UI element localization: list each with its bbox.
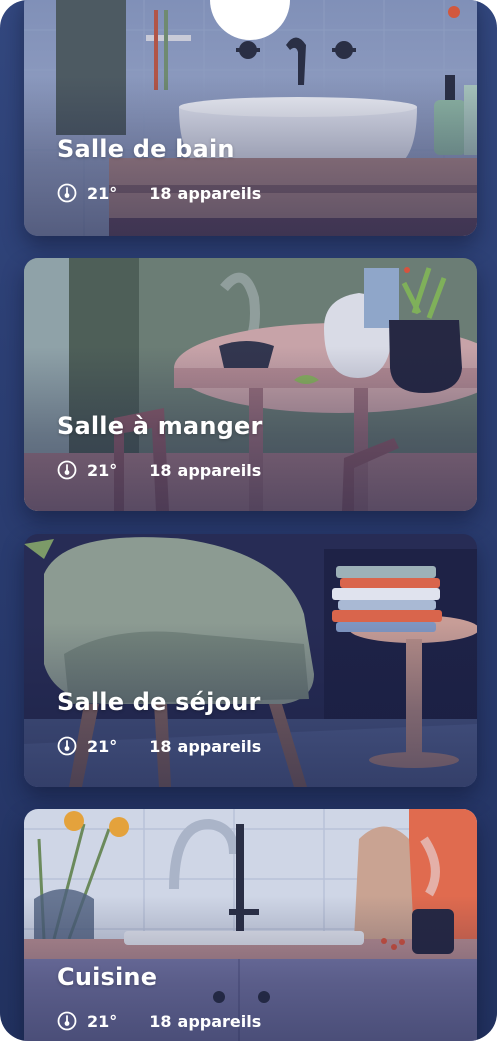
room-card-cuisine[interactable]: Cuisine 21° 18 appareils: [24, 809, 477, 1041]
thermometer-icon: [57, 183, 77, 203]
temperature-value: 21°: [87, 1011, 118, 1031]
thermometer-icon: [57, 736, 77, 756]
phone-screen: Salle de bain 21° 18 appareils Salle à m…: [0, 0, 497, 1041]
room-stats: 21° 18 appareils: [57, 736, 261, 756]
devices-count: 18: [149, 736, 172, 756]
devices-count: 18: [149, 183, 172, 203]
room-title: Salle de bain: [57, 135, 235, 163]
room-card-salle-de-sejour[interactable]: Salle de séjour 21° 18 appareils: [24, 534, 477, 787]
devices-label: appareils: [177, 1011, 262, 1031]
room-stats: 21° 18 appareils: [57, 1011, 261, 1031]
room-title: Cuisine: [57, 963, 158, 991]
room-title: Salle à manger: [57, 412, 263, 440]
devices-label: appareils: [177, 736, 262, 756]
temperature-value: 21°: [87, 460, 118, 480]
devices-label: appareils: [177, 460, 262, 480]
room-stats: 21° 18 appareils: [57, 183, 261, 203]
temperature-value: 21°: [87, 183, 118, 203]
thermometer-icon: [57, 1011, 77, 1031]
devices-label: appareils: [177, 183, 262, 203]
devices-count: 18: [149, 1011, 172, 1031]
devices-count: 18: [149, 460, 172, 480]
thermometer-icon: [57, 460, 77, 480]
temperature-value: 21°: [87, 736, 118, 756]
room-stats: 21° 18 appareils: [57, 460, 261, 480]
room-title: Salle de séjour: [57, 688, 261, 716]
room-card-salle-a-manger[interactable]: Salle à manger 21° 18 appareils: [24, 258, 477, 511]
